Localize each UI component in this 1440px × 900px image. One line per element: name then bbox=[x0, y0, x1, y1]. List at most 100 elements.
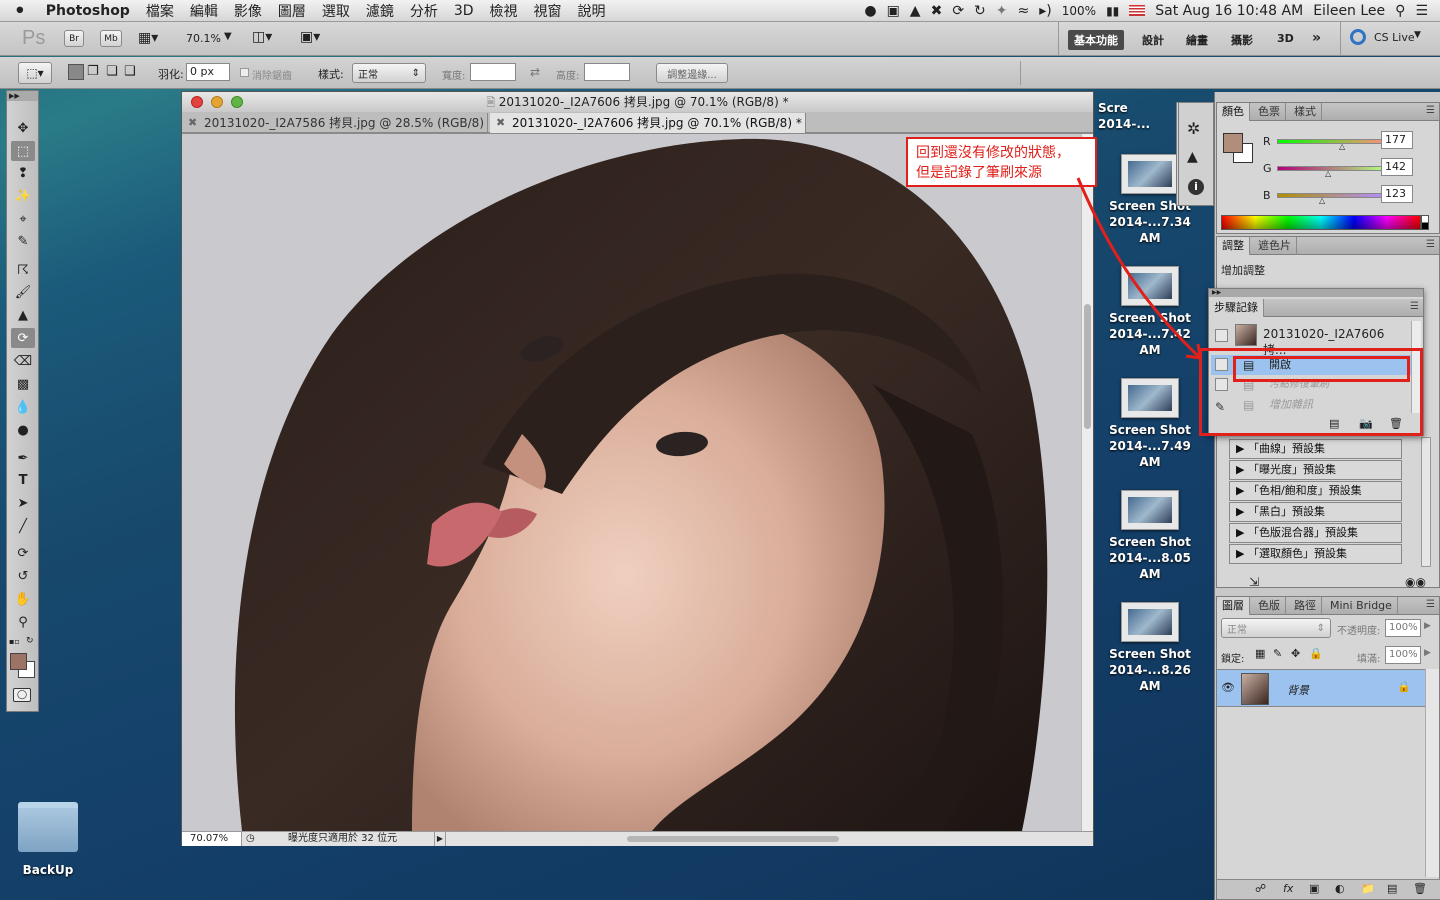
cs-live-button[interactable]: CS Live bbox=[1374, 31, 1415, 44]
tab-layers[interactable]: 圖層 bbox=[1217, 597, 1250, 615]
delete-layer-icon[interactable]: 🗑 bbox=[1413, 882, 1427, 895]
notification-center-icon[interactable]: ☰ bbox=[1415, 3, 1428, 19]
default-colors-icon[interactable]: ▪▫ bbox=[9, 637, 20, 646]
opacity-input[interactable]: 100% bbox=[1385, 619, 1421, 637]
add-mask-icon[interactable]: ▣ bbox=[1309, 882, 1319, 895]
spot-healing-brush-icon[interactable]: ☈ bbox=[11, 260, 35, 280]
menu-3d[interactable]: 3D bbox=[446, 3, 482, 19]
cs-live-icon[interactable] bbox=[1350, 29, 1366, 45]
gradient-tool-icon[interactable]: ▩ bbox=[11, 374, 35, 394]
display-icon[interactable]: ▣ bbox=[887, 3, 900, 19]
swap-colors-icon[interactable]: ↻ bbox=[26, 636, 34, 646]
close-window-icon[interactable] bbox=[191, 96, 203, 108]
user-name[interactable]: Eileen Lee bbox=[1313, 3, 1385, 19]
panel-menu-icon[interactable]: ☰ bbox=[1426, 105, 1435, 116]
cs-live-dropdown-icon[interactable]: ▼ bbox=[1414, 30, 1421, 40]
flag-icon[interactable] bbox=[1129, 5, 1146, 16]
menu-view[interactable]: 檢視 bbox=[482, 1, 526, 21]
spotlight-icon[interactable]: ⚲ bbox=[1395, 3, 1405, 19]
eraser-tool-icon[interactable]: ⌫ bbox=[11, 351, 35, 371]
navigator-panel-icon[interactable]: ✲ bbox=[1187, 119, 1200, 138]
quick-selection-icon[interactable]: ✨ bbox=[11, 186, 35, 206]
new-layer-icon[interactable]: ▤ bbox=[1387, 882, 1397, 895]
workspace-3d[interactable]: 3D bbox=[1271, 30, 1300, 47]
desktop-screenshot-3[interactable]: Screen Shot 2014-...7.49 AM bbox=[1100, 378, 1200, 470]
preset-scrollbar[interactable] bbox=[1421, 437, 1431, 567]
marquee-preset-picker[interactable]: ⬚▾ bbox=[18, 62, 52, 84]
minimize-window-icon[interactable] bbox=[211, 96, 223, 108]
layers-scrollbar[interactable] bbox=[1425, 669, 1439, 877]
menu-window[interactable]: 視窗 bbox=[526, 1, 570, 21]
pen-tool-icon[interactable]: ✒ bbox=[11, 448, 35, 468]
bridge-button[interactable]: Br bbox=[64, 30, 84, 47]
evernote-icon[interactable]: ● bbox=[864, 3, 876, 19]
menu-filter[interactable]: 濾鏡 bbox=[358, 1, 402, 21]
brush-tool-icon[interactable]: 🖌 bbox=[11, 282, 35, 302]
color-spectrum-bar[interactable] bbox=[1221, 215, 1421, 230]
menu-image[interactable]: 影像 bbox=[226, 1, 270, 21]
intersect-selection-icon[interactable]: ❑ bbox=[124, 64, 136, 79]
3d-orbit-icon[interactable]: ↺ bbox=[11, 566, 35, 586]
dodge-tool-icon[interactable]: ● bbox=[11, 420, 35, 440]
preset-selective-color[interactable]: ▶ 「選取顏色」預設集 bbox=[1229, 544, 1402, 564]
green-slider-thumb[interactable]: △ bbox=[1325, 169, 1331, 178]
new-selection-icon[interactable] bbox=[68, 64, 84, 80]
style-select[interactable]: 正常 ⇕ bbox=[352, 63, 426, 83]
tab-channels[interactable]: 色版 bbox=[1253, 597, 1286, 615]
feather-input[interactable]: 0 px bbox=[186, 63, 230, 81]
desktop-screenshot-partial[interactable]: Scre 2014-... bbox=[1098, 100, 1158, 132]
color-fg-swatch[interactable] bbox=[1223, 133, 1243, 153]
blend-mode-select[interactable]: 正常 ⇕ bbox=[1221, 618, 1331, 638]
workspace-design[interactable]: 設計 bbox=[1136, 30, 1170, 50]
tab-document-7606[interactable]: ✖ 20131020-_I2A7606 拷貝.jpg @ 70.1% (RGB/8… bbox=[490, 113, 806, 133]
red-value-input[interactable]: 177 bbox=[1381, 131, 1413, 149]
preset-exposure[interactable]: ▶ 「曝光度」預設集 bbox=[1229, 460, 1402, 480]
menu-select[interactable]: 選取 bbox=[314, 1, 358, 21]
menu-file[interactable]: 檔案 bbox=[138, 1, 182, 21]
menu-layer[interactable]: 圖層 bbox=[270, 1, 314, 21]
green-value-input[interactable]: 142 bbox=[1381, 158, 1413, 176]
screen-mode-icon[interactable]: ▣▾ bbox=[300, 29, 320, 45]
lasso-tool-icon[interactable]: ❢ bbox=[11, 163, 35, 183]
battery-status[interactable]: 100% bbox=[1062, 4, 1096, 18]
lock-transparent-icon[interactable]: ▦ bbox=[1255, 647, 1265, 660]
mini-bridge-button[interactable]: Mb bbox=[100, 30, 122, 47]
new-group-icon[interactable]: 📁 bbox=[1361, 882, 1375, 895]
wifi-icon[interactable]: ≈ bbox=[1018, 3, 1030, 19]
zoom-tool-icon[interactable]: ⚲ bbox=[11, 612, 35, 632]
image-canvas[interactable] bbox=[182, 134, 1081, 831]
zoom-field[interactable]: 70.07% bbox=[182, 832, 242, 846]
rectangular-marquee-icon[interactable]: ⬚ bbox=[11, 141, 35, 161]
hand-tool-icon[interactable]: ✋ bbox=[11, 589, 35, 609]
layer-row-background[interactable]: 👁 背景 🔒 bbox=[1217, 669, 1425, 707]
workspace-photography[interactable]: 攝影 bbox=[1225, 30, 1259, 50]
workspace-painting[interactable]: 繪畫 bbox=[1180, 30, 1214, 50]
tab-color[interactable]: 顏色 bbox=[1217, 103, 1250, 121]
desktop-folder-backup[interactable]: BackUp bbox=[0, 802, 96, 878]
panel-menu-icon[interactable]: ☰ bbox=[1426, 599, 1435, 610]
more-workspaces-button[interactable]: » bbox=[1306, 28, 1327, 48]
document-title-bar[interactable]: 🗎 20131020-_I2A7606 拷貝.jpg @ 70.1% (RGB/… bbox=[182, 92, 1093, 112]
fill-input[interactable]: 100% bbox=[1385, 646, 1421, 664]
panel-menu-icon[interactable]: ☰ bbox=[1426, 239, 1435, 250]
height-input[interactable] bbox=[584, 63, 630, 81]
preset-black-white[interactable]: ▶ 「黑白」預設集 bbox=[1229, 502, 1402, 522]
foreground-color-swatch[interactable] bbox=[10, 653, 27, 670]
time-machine-icon[interactable]: ↻ bbox=[974, 3, 986, 19]
tab-masks[interactable]: 遮色片 bbox=[1253, 237, 1297, 255]
tab-document-7586[interactable]: ✖ 20131020-_I2A7586 拷貝.jpg @ 28.5% (RGB/8… bbox=[182, 113, 488, 133]
history-panel-grip[interactable]: ▶▶ bbox=[1209, 289, 1423, 297]
menu-app-name[interactable]: Photoshop bbox=[38, 3, 138, 19]
blue-slider-thumb[interactable]: △ bbox=[1319, 196, 1325, 205]
layer-visibility-eye-icon[interactable]: 👁 bbox=[1221, 681, 1235, 694]
view-extras-icon[interactable]: ▦▾ bbox=[138, 30, 158, 46]
preset-hue-saturation[interactable]: ▶ 「色相/飽和度」預設集 bbox=[1229, 481, 1402, 501]
link-layers-icon[interactable]: ☍ bbox=[1255, 882, 1266, 895]
spectrum-black-white[interactable] bbox=[1421, 215, 1429, 230]
move-tool-icon[interactable]: ✥ bbox=[11, 118, 35, 138]
menu-edit[interactable]: 編輯 bbox=[182, 1, 226, 21]
mask-options-icon[interactable]: ◉◉ bbox=[1405, 575, 1426, 589]
zoom-window-icon[interactable] bbox=[231, 96, 243, 108]
tab-swatches[interactable]: 色票 bbox=[1253, 103, 1286, 121]
refine-edge-button[interactable]: 調整邊緣... bbox=[656, 63, 728, 83]
